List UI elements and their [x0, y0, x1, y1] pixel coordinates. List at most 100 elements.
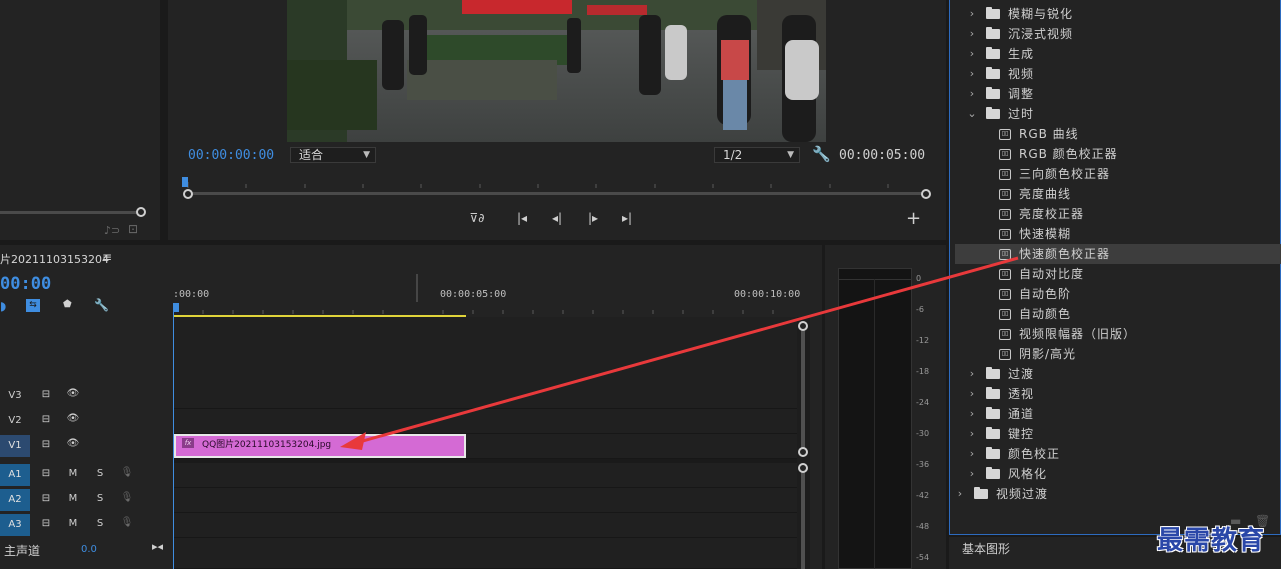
- solo-button[interactable]: S: [93, 518, 107, 529]
- effects-item[interactable]: ▯▯ 自动色阶: [955, 284, 1281, 304]
- effects-folder[interactable]: › 生成: [955, 44, 1281, 64]
- track-lane-a2[interactable]: [173, 488, 797, 513]
- playhead-marker[interactable]: [182, 177, 188, 187]
- resolution-select[interactable]: 1/2 ▼: [714, 147, 800, 163]
- video-scroll-bottom-handle[interactable]: [798, 447, 808, 457]
- track-tag-a3[interactable]: A3: [0, 514, 30, 536]
- effects-item[interactable]: ▯▯ RGB 曲线: [955, 124, 1281, 144]
- button-editor-plus-icon[interactable]: +: [906, 210, 921, 228]
- chevron-right-icon[interactable]: ›: [955, 484, 965, 504]
- eye-icon[interactable]: 👁: [66, 388, 80, 399]
- track-tag-a2[interactable]: A2: [0, 489, 30, 511]
- add-marker-icon[interactable]: ⊽∂: [468, 211, 486, 225]
- track-tag-a1[interactable]: A1: [0, 464, 30, 486]
- zoom-slider[interactable]: [0, 211, 138, 214]
- wrench-icon[interactable]: 🔧: [812, 145, 831, 163]
- microphone-icon[interactable]: 🎙: [120, 492, 134, 503]
- timeline-clip[interactable]: fx QQ图片20211103153204.jpg: [174, 434, 466, 458]
- sync-lock-icon[interactable]: ⊟: [39, 468, 53, 479]
- sync-lock-icon[interactable]: ⊟: [39, 389, 53, 400]
- effects-item[interactable]: ▯▯ 快速颜色校正器: [955, 244, 1281, 264]
- chevron-right-icon[interactable]: ›: [967, 84, 977, 104]
- effects-folder[interactable]: ⌄ 过时: [955, 104, 1281, 124]
- track-lane-v3[interactable]: [173, 384, 797, 409]
- microphone-icon[interactable]: 🎙: [120, 517, 134, 528]
- effects-item[interactable]: ▯▯ 视频限幅器（旧版）: [955, 324, 1281, 344]
- video-scroll-top-handle[interactable]: [798, 321, 808, 331]
- sync-lock-icon[interactable]: ⊟: [39, 414, 53, 425]
- linked-selection-icon[interactable]: ⇆: [26, 299, 40, 312]
- essential-graphics-tab[interactable]: 基本图形: [962, 540, 1010, 557]
- effects-item[interactable]: ▯▯ 快速模糊: [955, 224, 1281, 244]
- chevron-right-icon[interactable]: ›: [967, 64, 977, 84]
- snap-icon[interactable]: ◗: [0, 299, 6, 313]
- effects-folder[interactable]: › 视频: [955, 64, 1281, 84]
- go-to-in-icon[interactable]: |◂: [513, 211, 531, 225]
- chevron-right-icon[interactable]: ›: [967, 404, 977, 424]
- sync-lock-icon[interactable]: ⊟: [39, 439, 53, 450]
- effects-folder[interactable]: › 沉浸式视频: [955, 24, 1281, 44]
- effects-folder[interactable]: › 模糊与锐化: [955, 4, 1281, 24]
- track-lane-a1[interactable]: [173, 463, 797, 488]
- sequence-timecode[interactable]: 00:00: [0, 274, 51, 294]
- chevron-right-icon[interactable]: ›: [967, 384, 977, 404]
- go-to-end-icon[interactable]: ▸◂: [152, 540, 163, 553]
- timeline-settings-wrench-icon[interactable]: 🔧: [94, 298, 109, 312]
- zoom-slider-handle[interactable]: [136, 207, 146, 217]
- chevron-right-icon[interactable]: ›: [967, 4, 977, 24]
- effects-folder[interactable]: › 颜色校正: [955, 444, 1281, 464]
- effects-folder[interactable]: › 通道: [955, 404, 1281, 424]
- effects-folder[interactable]: › 风格化: [955, 464, 1281, 484]
- master-volume-value[interactable]: 0.0: [81, 544, 97, 555]
- step-back-icon[interactable]: ◂|: [548, 211, 566, 225]
- mute-button[interactable]: M: [66, 493, 80, 504]
- chevron-right-icon[interactable]: ›: [967, 464, 977, 484]
- effects-folder[interactable]: › 键控: [955, 424, 1281, 444]
- insert-icon[interactable]: ♪⊃: [104, 224, 120, 237]
- chevron-right-icon[interactable]: ›: [967, 424, 977, 444]
- audio-scrollbar[interactable]: [801, 468, 805, 569]
- monitor-time-ruler[interactable]: [180, 172, 935, 202]
- microphone-icon[interactable]: 🎙: [120, 467, 134, 478]
- sync-lock-icon[interactable]: ⊟: [39, 493, 53, 504]
- effects-item[interactable]: ▯▯ 三向颜色校正器: [955, 164, 1281, 184]
- audio-scroll-top-handle[interactable]: [798, 463, 808, 473]
- effects-folder[interactable]: › 过渡: [955, 364, 1281, 384]
- track-lane-a3[interactable]: [173, 513, 797, 538]
- track-tag-v2[interactable]: V2: [0, 410, 30, 432]
- effects-folder[interactable]: › 透视: [955, 384, 1281, 404]
- track-lane-v2[interactable]: [173, 409, 797, 434]
- effects-item[interactable]: ▯▯ 自动对比度: [955, 264, 1281, 284]
- effects-folder[interactable]: › 调整: [955, 84, 1281, 104]
- chevron-right-icon[interactable]: ›: [967, 364, 977, 384]
- solo-button[interactable]: S: [93, 493, 107, 504]
- chevron-right-icon[interactable]: ›: [967, 444, 977, 464]
- eye-icon[interactable]: 👁: [66, 413, 80, 424]
- chevron-down-icon[interactable]: ⌄: [967, 104, 977, 124]
- playhead-line[interactable]: [173, 304, 174, 569]
- fit-select[interactable]: 适合 ▼: [290, 147, 376, 163]
- zoom-start-handle[interactable]: [183, 189, 193, 199]
- playhead-timecode[interactable]: 00:00:00:00: [188, 148, 274, 163]
- go-to-out-icon[interactable]: ▸|: [618, 211, 636, 225]
- hamburger-icon[interactable]: ≡: [102, 250, 112, 264]
- chevron-right-icon[interactable]: ›: [967, 44, 977, 64]
- video-scrollbar[interactable]: [801, 326, 805, 452]
- overwrite-icon[interactable]: ⊡: [128, 222, 138, 236]
- effects-item[interactable]: ▯▯ 亮度曲线: [955, 184, 1281, 204]
- effects-item[interactable]: ▯▯ 阴影/高光: [955, 344, 1281, 364]
- sync-lock-icon[interactable]: ⊟: [39, 518, 53, 529]
- sequence-tab-title[interactable]: 片20211103153204: [0, 251, 109, 267]
- effects-item[interactable]: ▯▯ 自动颜色: [955, 304, 1281, 324]
- track-tag-v3[interactable]: V3: [0, 385, 30, 407]
- mute-button[interactable]: M: [66, 468, 80, 479]
- chevron-right-icon[interactable]: ›: [967, 24, 977, 44]
- fx-badge[interactable]: fx: [182, 438, 194, 448]
- solo-button[interactable]: S: [93, 468, 107, 479]
- mute-button[interactable]: M: [66, 518, 80, 529]
- step-forward-icon[interactable]: |▸: [584, 211, 602, 225]
- eye-icon[interactable]: 👁: [66, 438, 80, 449]
- marker-icon[interactable]: ⬟: [63, 299, 72, 310]
- effects-item[interactable]: ▯▯ 亮度校正器: [955, 204, 1281, 224]
- effects-folder[interactable]: › 视频过渡: [955, 484, 1281, 504]
